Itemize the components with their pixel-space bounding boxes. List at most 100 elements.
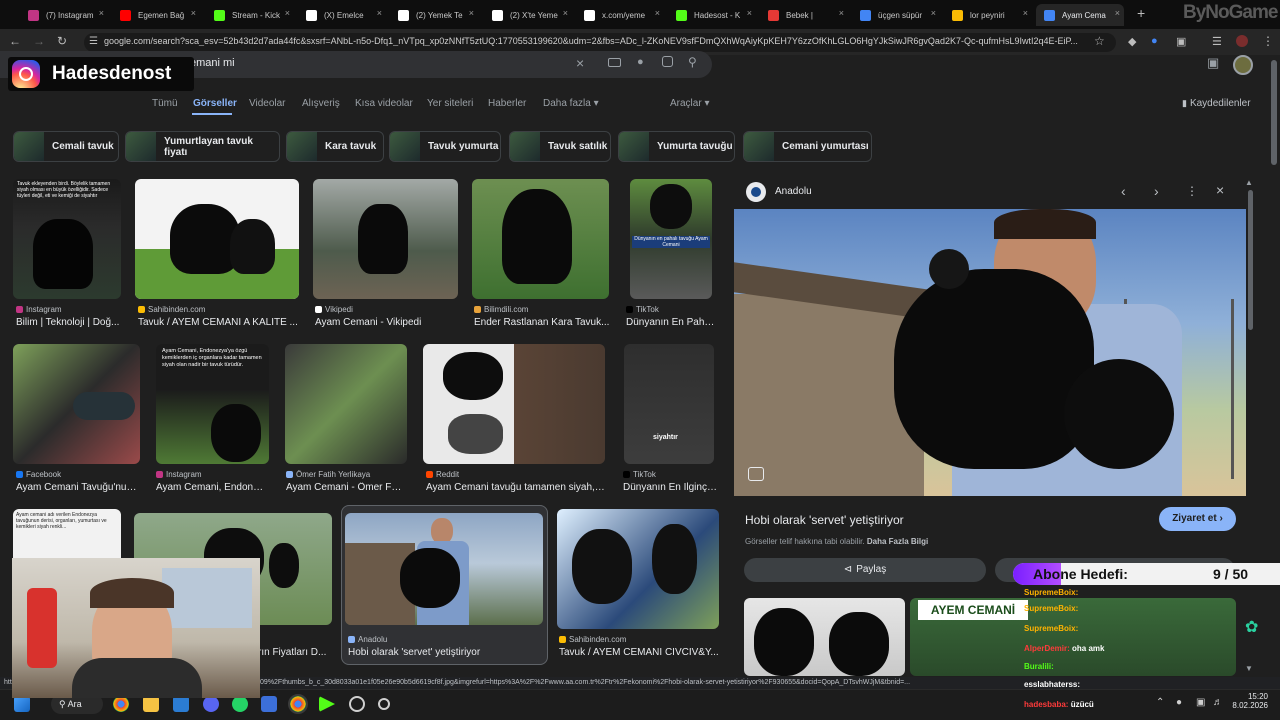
result-source[interactable]: Vikipedi [315,305,353,314]
tab-10[interactable]: lor peyniri × [944,4,1032,26]
close-icon[interactable]: × [1216,182,1224,198]
tab-3[interactable]: (X) Emelce × [298,4,386,26]
chip-2[interactable]: Kara tavuk [286,131,384,162]
result-title[interactable]: Tavuk / AYEM CEMANİ A KALİTE ... [138,317,298,328]
store-icon[interactable] [173,696,189,712]
chip-6[interactable]: Cemani yumurtası [743,131,872,162]
more-info-link[interactable]: Daha Fazla Bilgi [867,537,928,546]
clear-icon[interactable]: × [576,55,584,71]
result-title[interactable]: Dünyanın En İlginç ... [623,482,717,493]
tab-close-icon[interactable]: × [747,8,752,18]
lens-search-icon[interactable] [748,467,764,481]
reload-icon[interactable]: ↻ [57,34,67,48]
extension-icon[interactable]: ● [1151,35,1158,47]
preview-image[interactable] [734,209,1246,496]
result-image[interactable] [345,513,543,625]
chip-5[interactable]: Yumurta tavuğu [618,131,735,162]
result-source[interactable]: TikTok [626,305,659,314]
search-input[interactable]: emani mi [190,57,235,69]
chip-1[interactable]: Yumurtlayan tavuk fiyatı [125,131,280,162]
panel-title[interactable]: Hobi olarak 'servet' yetiştiriyor [745,513,904,527]
search-icon[interactable]: ⚲ [688,55,697,69]
result-title[interactable]: Ayam Cemani - Vikipedi [315,317,455,328]
result-image[interactable] [423,344,605,464]
result-source[interactable]: Facebook [16,470,61,479]
result-source[interactable]: Instagram [16,305,62,314]
tools-button[interactable]: Araçlar ▾ [670,98,709,109]
result-title[interactable]: Bilim | Teknoloji | Doğ... [16,317,120,328]
tab-nav-0[interactable]: Tümü [152,98,178,109]
site-info-icon[interactable]: ☰ [89,36,98,47]
bookmark-star-icon[interactable]: ☆ [1094,34,1105,48]
tab-4[interactable]: (2) Yemek Te × [390,4,478,26]
assistant-icon[interactable]: ✿ [1245,617,1258,637]
related-image[interactable] [744,598,905,676]
lens-icon[interactable] [662,56,673,67]
next-icon[interactable]: › [1154,183,1159,199]
keyboard-icon[interactable] [608,58,621,67]
new-tab-button[interactable]: + [1137,5,1145,21]
tab-5[interactable]: (2) X'te Yeme × [484,4,572,26]
tab-11[interactable]: Ayam Cema × [1036,4,1124,26]
chip-4[interactable]: Tavuk satılık [509,131,611,162]
tab-close-icon[interactable]: × [99,8,104,18]
volume-icon[interactable]: ♬ [1213,697,1223,708]
tab-nav-4[interactable]: Kısa videolar [355,98,413,109]
shield-icon[interactable]: ◆ [1128,35,1136,48]
clock[interactable]: 15:20 8.02.2026 [1232,692,1268,710]
network-icon[interactable]: ▣ [1196,697,1205,708]
url-text[interactable]: google.com/search?sca_esv=52b43d2d7ada44… [104,36,1094,46]
result-source[interactable]: Anadolu [348,635,387,644]
panel-scrollbar[interactable] [1248,190,1253,330]
tab-close-icon[interactable]: × [469,8,474,18]
result-image[interactable] [313,179,458,299]
tab-nav-1[interactable]: Görseller [193,98,237,109]
app2-icon[interactable] [378,698,390,710]
start-icon[interactable] [14,696,30,712]
visit-button[interactable]: Ziyaret et › [1159,507,1236,531]
whatsapp-icon[interactable] [232,696,248,712]
account-avatar[interactable] [1233,55,1253,75]
tab-9[interactable]: üçgen süpür × [852,4,940,26]
tab-7[interactable]: Hadesost - K × [668,4,756,26]
folder-icon[interactable] [143,696,159,712]
result-image[interactable] [285,344,407,464]
result-image[interactable]: siyahtır [624,344,714,464]
tab-nav-3[interactable]: Alışveriş [302,98,340,109]
app-icon[interactable] [261,696,277,712]
result-title[interactable]: Ayam Cemani, Endone... [156,482,266,493]
tab-6[interactable]: x.com/yeme × [576,4,664,26]
back-icon[interactable]: ← [9,34,21,48]
scroll-down-icon[interactable]: ▼ [1245,664,1253,673]
tab-close-icon[interactable]: × [1115,8,1120,18]
tab-close-icon[interactable]: × [563,8,568,18]
tab-close-icon[interactable]: × [839,8,844,18]
result-source[interactable]: Ömer Fatih Yerlikaya [286,470,370,479]
tab-nav-5[interactable]: Yer siteleri [427,98,473,109]
result-image[interactable] [472,179,609,299]
result-title[interactable]: Ayam Cemani Tavuğu'nun... [16,482,140,493]
result-image[interactable]: Ayam Cemani, Endonezya'ya özgü kemiklerd… [156,344,269,464]
result-source[interactable]: Reddit [426,470,459,479]
tab-nav-2[interactable]: Videolar [249,98,286,109]
result-source[interactable]: Sahibinden.com [559,635,626,644]
page-scrollbar[interactable] [1271,60,1277,165]
result-image[interactable] [135,179,299,299]
tab-close-icon[interactable]: × [1023,8,1028,18]
forward-icon[interactable]: → [33,34,45,48]
result-title[interactable]: Ayam Cemani - Ömer Fati... [286,482,406,493]
saved-button[interactable]: ▮ Kaydedilenler [1182,98,1251,109]
profile-avatar[interactable] [1236,35,1248,47]
chip-0[interactable]: Cemali tavuk [13,131,119,162]
result-source[interactable]: Bilimdili.com [474,305,528,314]
scroll-up-icon[interactable]: ▲ [1245,178,1253,187]
tab-1[interactable]: Egemen Bağ × [112,4,200,26]
tab-close-icon[interactable]: × [655,8,660,18]
result-title[interactable]: Hobi olarak 'servet' yetiştiriyor [348,647,544,658]
tab-nav-6[interactable]: Haberler [488,98,526,109]
result-source[interactable]: Instagram [156,470,202,479]
media-icon[interactable]: ☰ [1212,35,1222,48]
tab-close-icon[interactable]: × [931,8,936,18]
result-image[interactable]: Dünyanın en pahalı tavuğu Ayam Cemani [630,179,712,299]
mic-icon[interactable]: ● [637,56,644,68]
